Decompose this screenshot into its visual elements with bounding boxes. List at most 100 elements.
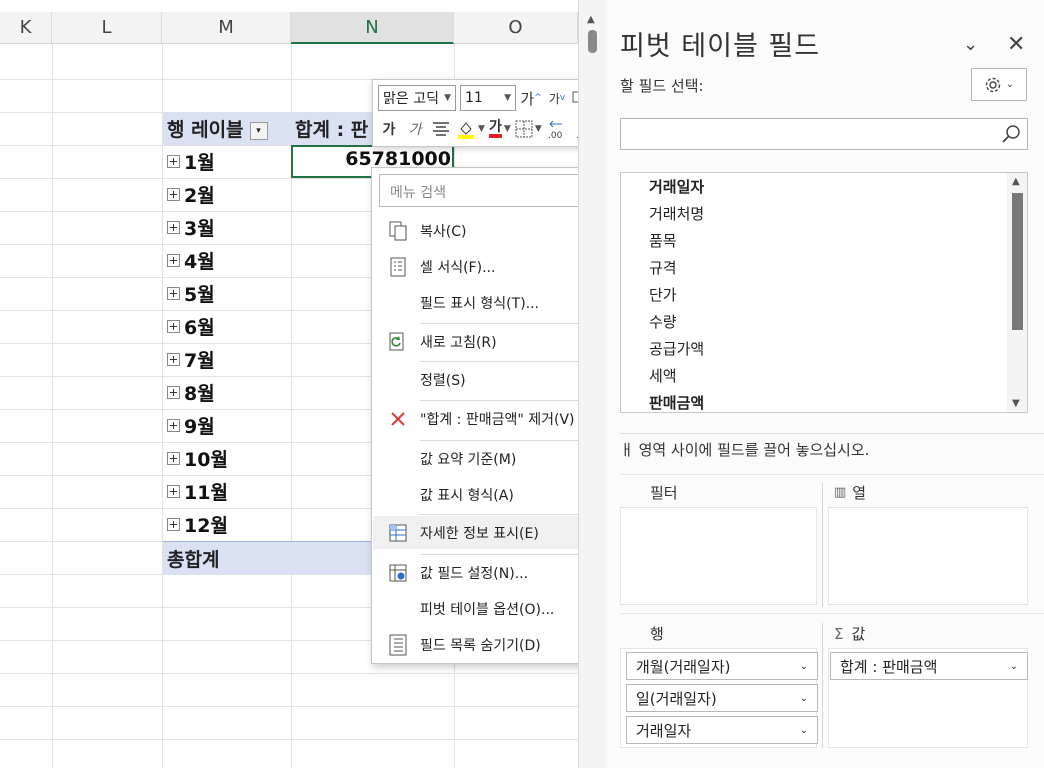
font-color-button[interactable]: 가 ▼ [489, 116, 511, 142]
chevron-down-icon: ▼ [444, 93, 451, 103]
column-header-n[interactable]: N [291, 12, 454, 44]
column-header-k[interactable]: K [0, 12, 52, 44]
menu-item-label: 값 필드 설정(N)... [420, 565, 529, 582]
row-label: 5월 [184, 284, 215, 306]
fill-color-button[interactable]: ▼ [456, 116, 485, 142]
gear-icon [985, 77, 1000, 92]
field-item[interactable]: 단가 [649, 284, 677, 305]
column-header-o[interactable]: O [454, 12, 578, 44]
gridline [52, 44, 53, 768]
align-center-icon [433, 122, 449, 136]
expand-icon[interactable] [167, 221, 180, 234]
menu-item-label: 피벗 테이블 옵션(O)... [420, 601, 555, 618]
field-item[interactable]: 공급가액 [649, 338, 704, 359]
rows-field-chip[interactable]: 거래일자 ⌄ [626, 716, 818, 744]
scroll-up-icon[interactable]: ▲ [1012, 176, 1020, 187]
chevron-down-icon[interactable]: ⌄ [963, 34, 978, 55]
values-field-chip[interactable]: 합계 : 판매금액 ⌄ [830, 652, 1028, 680]
font-name-select[interactable]: 맑은 고딕 ▼ [378, 85, 456, 111]
rows-field-chip[interactable]: 개월(거래일자) ⌄ [626, 652, 818, 680]
field-item[interactable]: 거래처명 [649, 203, 704, 224]
refresh-icon [387, 331, 409, 353]
font-name-value: 맑은 고딕 [383, 91, 439, 107]
decrease-decimal-button[interactable]: .00 [546, 116, 570, 142]
menu-item-label: 셀 서식(F)... [420, 259, 496, 276]
divider [620, 474, 1044, 475]
column-header-l[interactable]: L [52, 12, 162, 44]
expand-icon[interactable] [167, 452, 180, 465]
menu-item-label: 복사(C) [420, 223, 467, 240]
field-item[interactable]: 거래일자 [649, 176, 704, 197]
scroll-down-icon[interactable]: ▼ [1012, 398, 1020, 409]
menu-item-label: 필드 목록 숨기기(D) [420, 637, 541, 654]
divider [822, 482, 823, 607]
field-list-scrollbar[interactable]: ▲ ▼ [1007, 173, 1027, 412]
field-item[interactable]: 수량 [649, 311, 677, 332]
font-size-value: 11 [465, 90, 483, 106]
font-color-icon: 가 [489, 120, 502, 138]
sigma-icon: Σ [834, 624, 844, 643]
decrease-font-icon: 가 [548, 91, 560, 106]
column-header-m[interactable]: M [162, 12, 291, 44]
menu-item-label: 자세한 정보 표시(E) [420, 525, 539, 542]
italic-button[interactable]: 가 [404, 116, 426, 142]
scroll-up-icon[interactable]: ▲ [587, 14, 595, 25]
chevron-down-icon: ⌄ [1005, 79, 1015, 90]
svg-text:.00: .00 [548, 131, 563, 140]
gridline [0, 673, 578, 674]
bold-button[interactable]: 가 [378, 116, 400, 142]
rows-field-chip[interactable]: 일(거래일자) ⌄ [626, 684, 818, 712]
show-details-icon [387, 522, 409, 544]
menu-item-label: "합계 : 판매금액" 제거(V) [420, 411, 575, 428]
chip-label: 일(거래일자) [636, 689, 717, 708]
chip-label: 합계 : 판매금액 [840, 657, 938, 676]
row-label: 2월 [184, 185, 215, 207]
row-labels-text: 행 레이블 [167, 119, 244, 141]
scrollbar-thumb[interactable] [588, 30, 597, 53]
decrease-font-button[interactable]: 가v [546, 85, 568, 111]
columns-drop-area[interactable] [828, 507, 1028, 605]
expand-icon[interactable] [167, 320, 180, 333]
filter-dropdown-icon[interactable]: ▾ [249, 121, 268, 140]
expand-icon[interactable] [167, 485, 180, 498]
expand-icon[interactable] [167, 518, 180, 531]
expand-icon[interactable] [167, 353, 180, 366]
menu-item-label: 값 요약 기준(M) [420, 451, 517, 468]
expand-icon[interactable] [167, 254, 180, 267]
gridline [0, 739, 578, 740]
scrollbar-thumb[interactable] [1012, 193, 1023, 330]
field-item[interactable]: 규격 [649, 257, 677, 278]
expand-icon[interactable] [167, 188, 180, 201]
chevron-down-icon: ⌄ [799, 692, 808, 704]
field-item[interactable]: 판매금액 [649, 392, 704, 413]
chip-label: 거래일자 [636, 721, 692, 740]
columns-label-text: 열 [852, 484, 867, 502]
expand-icon[interactable] [167, 386, 180, 399]
align-center-button[interactable] [430, 116, 452, 142]
field-item[interactable]: 품목 [649, 230, 677, 251]
row-labels-header: 행 레이블 ▾ [167, 115, 268, 142]
expand-icon[interactable] [167, 287, 180, 300]
field-search-input[interactable] [620, 118, 1028, 150]
filter-drop-area[interactable] [620, 507, 817, 605]
row-label: 7월 [184, 350, 215, 372]
increase-font-button[interactable]: 가 ^ [520, 85, 542, 111]
expand-icon[interactable] [167, 419, 180, 432]
font-size-select[interactable]: 11 ▼ [460, 85, 516, 111]
pane-settings-button[interactable]: ⌄ [971, 68, 1027, 101]
drag-hint-text: ㅐ 영역 사이에 필드를 끌어 놓으십시오. [620, 441, 870, 459]
field-item[interactable]: 세액 [649, 365, 677, 386]
row-label: 4월 [184, 251, 215, 273]
pane-scrollbar[interactable]: ▲ [579, 0, 606, 768]
value-field-settings-icon [387, 562, 409, 584]
decrease-decimal-icon: .00 [548, 120, 563, 140]
borders-button[interactable]: ▼ [515, 116, 542, 142]
row-label: 8월 [184, 383, 215, 405]
pane-subtitle: 할 필드 선택: [620, 77, 704, 95]
increase-font-icon: 가 [520, 89, 535, 108]
search-icon [1002, 125, 1020, 143]
field-list[interactable]: 거래일자 거래처명 품목 규격 단가 수량 공급가액 세액 판매금액 ▲ ▼ [620, 172, 1028, 413]
close-icon[interactable]: ✕ [1007, 32, 1025, 57]
format-cells-icon [387, 256, 409, 278]
expand-icon[interactable] [167, 155, 180, 168]
